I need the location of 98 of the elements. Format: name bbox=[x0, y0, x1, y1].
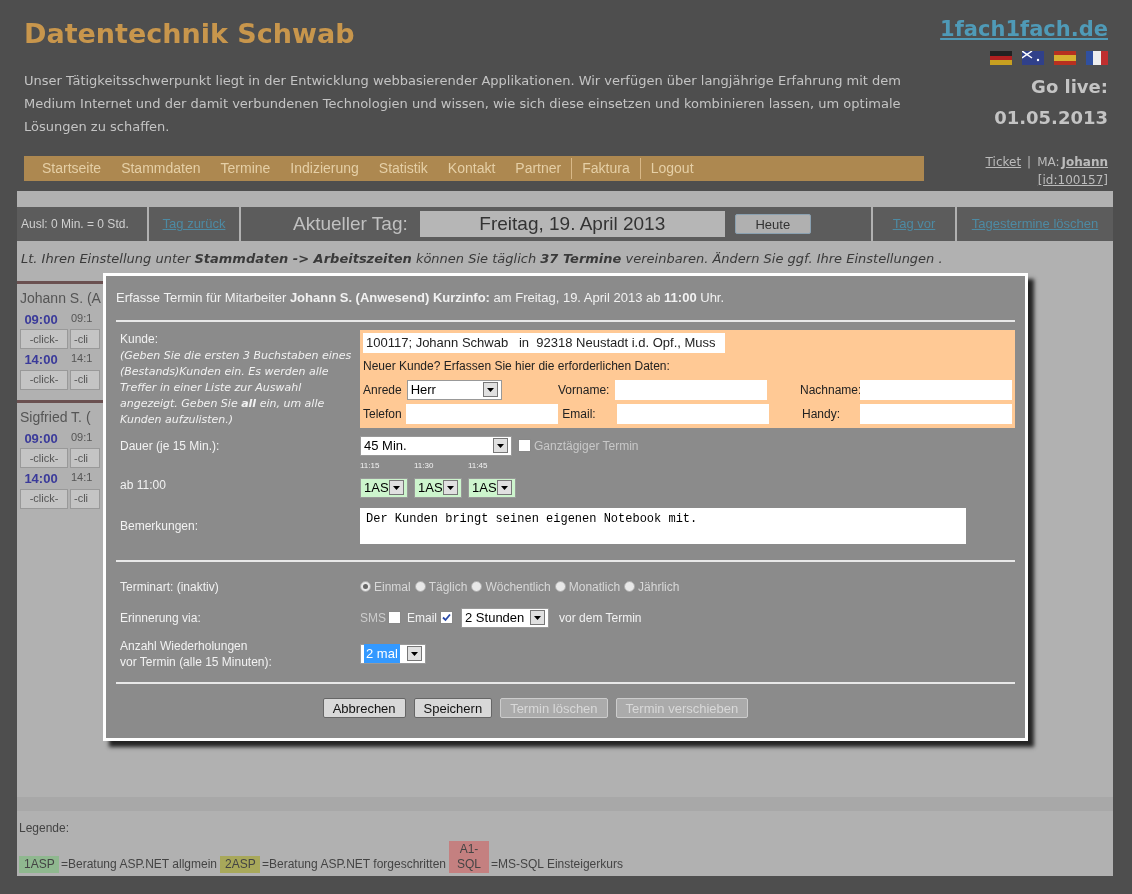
dialog-button[interactable]: Abbrechen bbox=[322, 697, 406, 718]
checkbox[interactable] bbox=[440, 611, 454, 624]
ticket-link[interactable]: Ticket bbox=[985, 152, 1022, 171]
salutation-select[interactable]: Herr bbox=[406, 379, 503, 400]
info-text: Lt. Ihren Einstellung unter Stammdaten -> Arbeitszeiten können Sie täglich 37 Termine vereinbaren. Ändern Sie ggf. Ihre Einstellungen . bbox=[20, 250, 944, 268]
user-link[interactable]: Johann bbox=[1061, 152, 1108, 171]
legend-tag: 1ASP bbox=[19, 856, 59, 873]
go-live-label: Go live: bbox=[1031, 74, 1108, 99]
salutation-label: Anrede bbox=[363, 381, 403, 399]
radio-button[interactable] bbox=[414, 581, 426, 592]
checkbox[interactable] bbox=[388, 611, 401, 624]
staff-name: Johann S. (A bbox=[19, 288, 101, 308]
dialog-button[interactable]: Speichern bbox=[413, 697, 493, 718]
reminder-label: Erinnerung via: bbox=[119, 609, 202, 627]
repeat-label: Anzahl Wiederholungen bbox=[120, 637, 249, 654]
email-label: Email: bbox=[562, 406, 597, 424]
slot-time: 11:45 bbox=[468, 459, 489, 472]
slot-time: 14:1 bbox=[71, 351, 93, 366]
firstname-field[interactable] bbox=[615, 379, 767, 400]
slot-select[interactable]: 1AS bbox=[414, 477, 462, 498]
separator: | bbox=[1027, 153, 1032, 171]
repeat-select[interactable]: 2 mal bbox=[360, 643, 426, 664]
slot-select[interactable]: 1AS bbox=[360, 477, 408, 498]
new-customer-text: Neuer Kunde? Erfassen Sie hier die erforderlichen Daten: bbox=[363, 358, 671, 376]
remarks-field[interactable]: Der Kunden bringt seinen eigenen Notebook mit. bbox=[360, 507, 966, 544]
customer-field[interactable]: 100117; Johann Schwab in 92318 Neustadt i.d. Opf., Muss bbox=[363, 332, 725, 353]
balance-cell: Ausl: 0 Min. = 0 Std. bbox=[17, 207, 147, 241]
slot-button[interactable]: -click- bbox=[20, 329, 68, 349]
slot-time: 14:1 bbox=[71, 470, 93, 485]
slot-button[interactable]: -cli bbox=[70, 329, 100, 349]
mobile-label: Handy: bbox=[801, 406, 840, 424]
radio-button[interactable] bbox=[624, 581, 636, 592]
flag-icon[interactable] bbox=[990, 50, 1012, 65]
ma-label: MA: bbox=[1037, 153, 1060, 171]
legend-text: =Beratung ASP.NET allgmein bbox=[61, 857, 217, 873]
slot-button[interactable]: -cli bbox=[70, 369, 100, 390]
flag-icon[interactable] bbox=[1054, 50, 1076, 65]
slot-time: 11:15 bbox=[360, 459, 381, 472]
radio-button[interactable] bbox=[554, 581, 566, 592]
customer-label: Kunde: bbox=[120, 330, 160, 348]
lastname-field[interactable] bbox=[860, 379, 1012, 400]
flag-icon[interactable] bbox=[1022, 50, 1044, 65]
horizontal-scrollbar[interactable] bbox=[17, 797, 1113, 811]
radio-label: Monatlich bbox=[568, 578, 621, 596]
description: Unser Tätigkeitsschwerpunkt liegt in der Entwicklung webbasierender Applikationen. Wir verfügen über langjährige Erfahrung mit dem Medium Internet und der damit verbundenen Technologien und wissen, wie sich diese einsetzen und kombinieren lassen, um optimale Lösungen zu schaffen. bbox=[24, 71, 902, 136]
type-label: Terminart: (inaktiv) bbox=[119, 578, 220, 596]
start-label: ab 11:00 bbox=[119, 476, 167, 494]
legend-tag: 2ASP bbox=[220, 856, 260, 873]
slot-time: 09:00 bbox=[23, 429, 59, 448]
site-title: Datentechnik Schwab bbox=[24, 17, 356, 51]
slot-button[interactable]: -click- bbox=[20, 448, 68, 468]
lastname-label: Nachname: bbox=[800, 381, 860, 399]
radio-label: Wöchentlich bbox=[485, 578, 551, 596]
current-day-label: Aktueller Tag: bbox=[293, 211, 408, 236]
email-field[interactable] bbox=[616, 404, 769, 425]
slot-time: 09:00 bbox=[23, 310, 59, 329]
slot-time: 14:00 bbox=[23, 470, 59, 488]
remarks-label: Bemerkungen: bbox=[119, 517, 200, 535]
slot-time: 09:1 bbox=[71, 310, 93, 326]
slot-button[interactable]: -cli bbox=[70, 488, 100, 509]
slot-button[interactable]: -click- bbox=[20, 369, 68, 390]
email-option-label: Email bbox=[407, 609, 438, 627]
radio-label: Einmal bbox=[374, 578, 411, 596]
user-id-link[interactable]: [id:100157] bbox=[1037, 170, 1108, 189]
staff-name: Sigfried T. ( bbox=[19, 407, 91, 427]
radio-button[interactable] bbox=[360, 581, 371, 592]
date-display: Freitag, 19. April 2013 bbox=[419, 211, 725, 237]
legend-text: =MS-SQL Einsteigerkurs bbox=[491, 857, 623, 873]
sms-label: SMS bbox=[360, 609, 386, 627]
reminder-select[interactable]: 2 Stunden bbox=[461, 607, 550, 628]
slot-select[interactable]: 1AS bbox=[468, 477, 516, 498]
repeat-label: vor Termin (alle 15 Minuten): bbox=[120, 653, 273, 670]
legend-label: Legende: bbox=[19, 820, 71, 837]
today-button[interactable]: Heute bbox=[734, 214, 811, 234]
allday-label: Ganztägiger Termin bbox=[534, 437, 639, 455]
slot-button[interactable]: -cli bbox=[70, 448, 100, 468]
slot-button[interactable]: -click- bbox=[20, 488, 68, 509]
slot-time: 14:00 bbox=[23, 351, 59, 369]
phone-label: Telefon bbox=[363, 406, 403, 424]
legend-tag: A1-SQL bbox=[449, 841, 489, 873]
duration-label: Dauer (je 15 Min.): bbox=[119, 437, 221, 455]
phone-field[interactable] bbox=[406, 404, 559, 425]
go-live-date: 01.05.2013 bbox=[994, 105, 1108, 130]
customer-hint: (Geben Sie die ersten 3 Buchstaben eines (Bestands)Kunden ein. Es werden alle Treffer in einer Liste zur Auswahl angezeigt. Geben Sie all ein, um alle Kunden aufzulisten.) bbox=[120, 347, 353, 428]
legend-text: =Beratung ASP.NET forgeschritten bbox=[262, 857, 446, 873]
radio-button[interactable] bbox=[471, 581, 483, 592]
radio-label: Täglich bbox=[428, 578, 468, 596]
radio-label: Jährlich bbox=[638, 578, 680, 596]
checkbox[interactable] bbox=[518, 439, 531, 452]
reminder-suffix: vor dem Termin bbox=[559, 609, 642, 627]
mobile-field[interactable] bbox=[860, 404, 1012, 425]
site-link[interactable]: 1fach1fach.de bbox=[940, 14, 1108, 46]
firstname-label: Vorname: bbox=[558, 381, 611, 399]
duration-select[interactable]: 45 Min. bbox=[360, 435, 512, 456]
slot-time: 09:1 bbox=[71, 429, 93, 445]
dialog-title: Erfasse Termin für Mitarbeiter Johann S. (Anwesend) Kurzinfo: am Freitag, 19. April 2013 ab 11:00 Uhr. bbox=[116, 276, 1015, 322]
flag-icon[interactable] bbox=[1086, 50, 1108, 65]
slot-time: 11:30 bbox=[414, 459, 435, 472]
